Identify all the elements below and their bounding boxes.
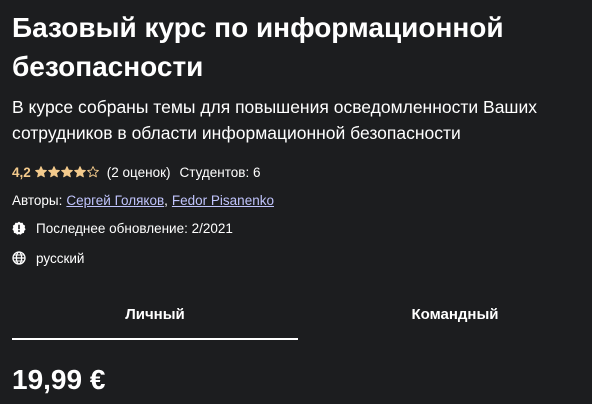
tab-personal[interactable]: Личный <box>12 288 298 340</box>
author-separator: , <box>164 192 168 208</box>
pricing-tabs: Личный Командный <box>0 288 592 342</box>
authors-row: Авторы: Сергей Голяков , Fedor Pisanenko <box>12 190 274 210</box>
alert-badge-icon <box>12 221 26 235</box>
last-updated-label: Последнее обновление: 2/2021 <box>36 220 233 236</box>
star-icon <box>60 166 73 178</box>
star-icon <box>47 166 60 178</box>
star-icon <box>73 166 86 178</box>
tab-team[interactable]: Командный <box>310 288 592 340</box>
last-updated-row: Последнее обновление: 2/2021 <box>12 218 233 238</box>
language-label: русский <box>36 250 85 266</box>
star-icon <box>86 166 99 178</box>
course-price: 19,99 € <box>12 364 106 395</box>
rating-count[interactable]: (2 оценок) <box>107 165 171 180</box>
author-link[interactable]: Fedor Pisanenko <box>172 193 274 208</box>
author-link[interactable]: Сергей Голяков <box>66 193 164 208</box>
star-rating <box>34 166 100 178</box>
course-subtitle: В курсе собраны темы для повышения освед… <box>12 97 537 143</box>
active-tab-indicator <box>12 338 298 340</box>
rating-row: 4,2 (2 оценок) Студентов: 6 <box>12 162 260 182</box>
authors-label: Авторы: <box>12 192 63 208</box>
course-title: Базовый курс по информационной безопасно… <box>12 12 504 82</box>
students-count: Студентов: 6 <box>179 164 261 180</box>
star-icon <box>34 166 47 178</box>
language-row: русский <box>12 248 84 268</box>
globe-icon <box>12 251 26 265</box>
rating-value: 4,2 <box>12 164 31 180</box>
